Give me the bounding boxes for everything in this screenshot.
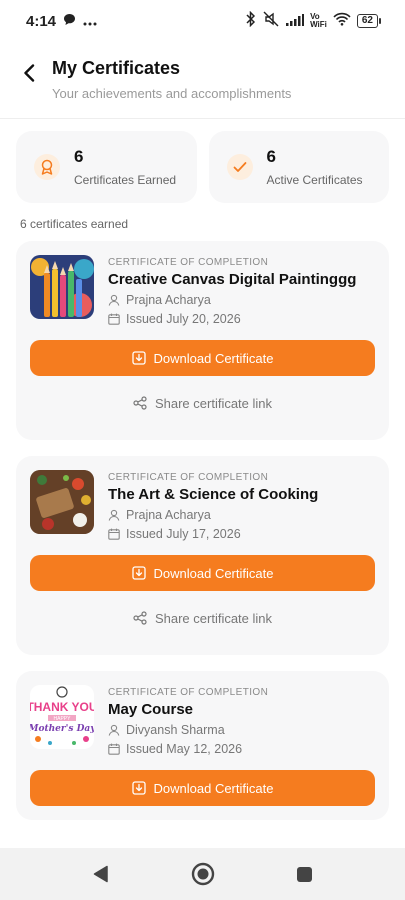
issued-row: Issued May 12, 2026 xyxy=(108,742,268,756)
stat-label: Active Certificates xyxy=(266,173,363,187)
certificate-kicker: CERTIFICATE OF COMPLETION xyxy=(108,472,269,483)
certificate-card: THANK YOU HAPPY Mother's Day CERTIFICATE… xyxy=(16,671,389,820)
issued-date: Issued July 20, 2026 xyxy=(126,312,241,326)
stat-card-earned: 6 Certificates Earned xyxy=(16,131,197,203)
course-thumbnail xyxy=(30,255,94,319)
system-navigation-bar xyxy=(0,848,405,900)
wifi-icon xyxy=(333,12,351,30)
download-label: Download Certificate xyxy=(153,780,274,796)
recipient-name: Divyansh Sharma xyxy=(126,723,225,737)
thumbnail-text: HAPPY xyxy=(54,716,72,722)
certificates-count: 6 certificates earned xyxy=(20,217,129,231)
calendar-icon xyxy=(108,743,120,755)
share-label: Share certificate link xyxy=(154,395,273,411)
triangle-back-icon xyxy=(93,865,108,883)
back-button[interactable] xyxy=(18,62,40,84)
recipient-row: Prajna Acharya xyxy=(108,508,318,522)
certificate-header: CERTIFICATE OF COMPLETION Creative Canva… xyxy=(30,255,375,326)
vowifi-bottom: WiFi xyxy=(310,20,327,29)
status-bar: 4:14 Vo WiFi 62 xyxy=(0,0,405,42)
certificate-header: THANK YOU HAPPY Mother's Day CERTIFICATE… xyxy=(30,685,375,756)
download-label: Download Certificate xyxy=(153,350,274,366)
download-icon xyxy=(131,566,146,580)
nav-recents-button[interactable] xyxy=(290,859,320,889)
issued-date: Issued July 17, 2026 xyxy=(126,527,241,541)
check-icon xyxy=(226,154,253,180)
certificate-title: May Course xyxy=(108,701,194,718)
recipient-name: Prajna Acharya xyxy=(126,508,211,522)
recipient-name: Prajna Acharya xyxy=(126,293,211,307)
thumbnail-text: Mother's Day xyxy=(30,724,94,734)
stat-text: 6 Certificates Earned xyxy=(74,147,176,187)
stat-value: 6 xyxy=(74,147,84,166)
user-icon xyxy=(108,294,120,306)
certificate-header: CERTIFICATE OF COMPLETION The Art & Scie… xyxy=(30,470,375,541)
status-time: 4:14 xyxy=(26,12,57,30)
stats-row: 6 Certificates Earned 6 Active Certifica… xyxy=(0,119,405,203)
download-certificate-button[interactable]: Download Certificate xyxy=(30,770,375,806)
recipient-row: Divyansh Sharma xyxy=(108,723,268,737)
user-icon xyxy=(108,509,120,521)
page-title: My Certificates xyxy=(52,58,181,78)
stat-value: 6 xyxy=(266,147,276,166)
page-subtitle: Your achievements and accomplishments xyxy=(52,86,292,101)
issued-row: Issued July 17, 2026 xyxy=(108,527,318,541)
header-text: My Certificates Your achievements and ac… xyxy=(52,54,291,101)
download-icon xyxy=(131,351,146,365)
share-label: Share certificate link xyxy=(154,610,273,626)
issued-date: Issued May 12, 2026 xyxy=(126,742,243,756)
share-icon xyxy=(133,396,147,410)
battery-level: 62 xyxy=(356,14,378,28)
award-icon xyxy=(34,154,60,180)
nav-back-button[interactable] xyxy=(86,859,116,889)
download-certificate-button[interactable]: Download Certificate xyxy=(30,555,375,591)
certificate-info: CERTIFICATE OF COMPLETION The Art & Scie… xyxy=(108,470,318,541)
certificate-kicker: CERTIFICATE OF COMPLETION xyxy=(108,257,269,268)
chevron-left-icon xyxy=(24,64,35,82)
home-circle-icon xyxy=(191,862,214,886)
certificate-kicker: CERTIFICATE OF COMPLETION xyxy=(108,687,269,698)
status-right: Vo WiFi 62 xyxy=(246,10,381,31)
calendar-icon xyxy=(108,528,120,540)
issued-row: Issued July 20, 2026 xyxy=(108,312,356,326)
thumbnail-text: THANK YOU xyxy=(30,700,94,714)
calendar-icon xyxy=(108,313,120,325)
stat-text: 6 Active Certificates xyxy=(267,147,363,187)
battery-icon: 62 xyxy=(356,14,381,28)
stat-card-active: 6 Active Certificates xyxy=(208,131,389,203)
certificate-title: Creative Canvas Digital Paintinggg xyxy=(108,271,357,288)
certificate-title: The Art & Science of Cooking xyxy=(108,486,319,503)
share-certificate-link[interactable]: Share certificate link xyxy=(30,595,375,641)
square-recents-icon xyxy=(297,866,312,882)
download-icon xyxy=(131,781,146,795)
certificate-card: CERTIFICATE OF COMPLETION The Art & Scie… xyxy=(16,456,389,655)
certificate-info: CERTIFICATE OF COMPLETION May Course Div… xyxy=(108,685,268,756)
user-icon xyxy=(108,724,120,736)
more-notifications-icon xyxy=(83,13,97,30)
bluetooth-icon xyxy=(246,10,256,31)
share-icon xyxy=(133,611,147,625)
download-label: Download Certificate xyxy=(153,565,274,581)
vowifi-indicator: Vo WiFi xyxy=(310,13,327,29)
certificate-info: CERTIFICATE OF COMPLETION Creative Canva… xyxy=(108,255,356,326)
course-thumbnail xyxy=(30,470,94,534)
course-thumbnail: THANK YOU HAPPY Mother's Day xyxy=(30,685,94,749)
certificate-card: CERTIFICATE OF COMPLETION Creative Canva… xyxy=(16,241,389,440)
certificate-list: CERTIFICATE OF COMPLETION Creative Canva… xyxy=(0,241,405,820)
chat-icon xyxy=(63,13,76,30)
page-header: My Certificates Your achievements and ac… xyxy=(0,42,405,118)
status-left: 4:14 xyxy=(26,13,97,30)
mute-icon xyxy=(262,11,280,31)
share-certificate-link[interactable]: Share certificate link xyxy=(30,380,375,426)
stat-label: Certificates Earned xyxy=(74,173,177,187)
recipient-row: Prajna Acharya xyxy=(108,293,356,307)
nav-home-button[interactable] xyxy=(188,859,218,889)
download-certificate-button[interactable]: Download Certificate xyxy=(30,340,375,376)
signal-icon xyxy=(286,13,305,30)
